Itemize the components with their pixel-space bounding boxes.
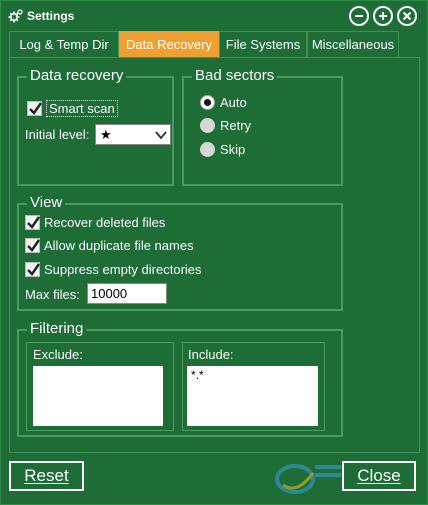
checkmark-icon — [27, 262, 40, 276]
watermark-logo-icon — [275, 464, 341, 494]
chevron-down-icon — [155, 131, 167, 140]
view-group: View Recover deleted files Allow duplica… — [17, 194, 343, 311]
radio-auto[interactable] — [200, 94, 215, 110]
radio-retry-row[interactable]: Retry — [200, 116, 251, 134]
initial-level-value: ★ — [100, 127, 112, 142]
smart-scan-checkbox-row[interactable]: Smart scan — [27, 99, 118, 117]
initial-level-select[interactable]: ★ — [95, 124, 171, 145]
include-textarea[interactable]: *.* — [187, 366, 318, 426]
exclude-box: Exclude: — [26, 342, 174, 431]
tab-panel-data-recovery: Data recovery Smart scan Initial level: … — [9, 57, 420, 453]
settings-window: Settings Log & Temp Dir Data Recovery Fi… — [0, 0, 428, 505]
window-title: Settings — [27, 9, 75, 23]
radio-skip-row[interactable]: Skip — [200, 140, 245, 158]
tab-miscellaneous[interactable]: Miscellaneous — [307, 31, 399, 57]
bad-sectors-legend: Bad sectors — [192, 67, 278, 85]
tab-log-temp-dir[interactable]: Log & Temp Dir — [9, 31, 119, 57]
exclude-label: Exclude: — [33, 347, 83, 362]
filtering-legend: Filtering — [27, 320, 87, 338]
recover-deleted-row[interactable]: Recover deleted files — [25, 213, 165, 231]
suppress-empty-checkbox[interactable] — [25, 261, 40, 277]
settings-gear-icon — [8, 9, 23, 23]
initial-level-label: Initial level: — [25, 127, 90, 142]
maximize-button[interactable] — [373, 6, 393, 26]
allow-duplicate-label: Allow duplicate file names — [44, 237, 194, 253]
allow-duplicate-row[interactable]: Allow duplicate file names — [25, 236, 194, 254]
radio-retry-label: Retry — [220, 117, 252, 133]
include-box: Include: *.* — [182, 342, 325, 431]
recover-deleted-label: Recover deleted files — [44, 214, 166, 230]
data-recovery-legend: Data recovery — [27, 67, 127, 85]
plus-icon — [379, 12, 387, 20]
exclude-textarea[interactable] — [33, 366, 163, 426]
title-bar: Settings — [1, 1, 427, 31]
allow-duplicate-checkbox[interactable] — [25, 237, 40, 253]
reset-button[interactable]: Reset — [9, 461, 84, 491]
include-label: Include: — [188, 347, 234, 362]
minimize-button[interactable] — [349, 6, 369, 26]
radio-skip-label: Skip — [220, 141, 246, 157]
suppress-empty-label: Suppress empty directories — [44, 261, 202, 277]
checkmark-icon — [29, 101, 42, 115]
max-files-label: Max files: — [25, 287, 80, 302]
close-window-button[interactable] — [397, 6, 417, 26]
checkmark-icon — [27, 215, 40, 229]
radio-auto-row[interactable]: Auto — [200, 93, 247, 111]
minimize-icon — [355, 15, 363, 17]
radio-auto-label: Auto — [220, 94, 247, 110]
smart-scan-checkbox[interactable] — [27, 100, 42, 116]
bad-sectors-group: Bad sectors Auto Retry Skip — [182, 67, 343, 186]
filtering-group: Filtering Exclude: Include: *.* — [17, 320, 343, 437]
radio-retry[interactable] — [200, 117, 215, 133]
recover-deleted-checkbox[interactable] — [25, 214, 40, 230]
close-icon — [402, 11, 412, 21]
data-recovery-group: Data recovery Smart scan Initial level: … — [17, 67, 174, 186]
radio-skip[interactable] — [200, 141, 215, 157]
tab-data-recovery[interactable]: Data Recovery — [119, 31, 219, 57]
smart-scan-label: Smart scan — [46, 99, 118, 117]
view-legend: View — [27, 194, 66, 212]
tab-file-systems[interactable]: File Systems — [219, 31, 307, 57]
close-button[interactable]: Close — [342, 461, 416, 491]
max-files-input[interactable] — [87, 283, 167, 304]
suppress-empty-row[interactable]: Suppress empty directories — [25, 260, 202, 278]
checkmark-icon — [27, 238, 40, 252]
